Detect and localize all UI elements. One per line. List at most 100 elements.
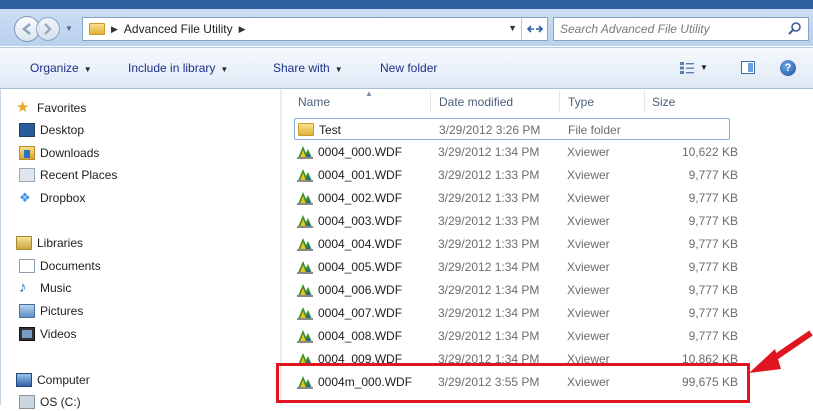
nav-favorites[interactable]: ★ Favorites [16,99,86,117]
folder-icon [89,23,105,35]
file-row[interactable]: 0004_007.WDF 3/29/2012 1:34 PM Xviewer 9,77… [294,302,738,324]
chevron-down-icon: ▼ [220,65,229,74]
pictures-icon [19,304,35,318]
file-type: Xviewer [567,191,610,205]
xviewer-file-icon [297,305,313,321]
file-row[interactable]: 0004_003.WDF 3/29/2012 1:33 PM Xviewer 9,77… [294,210,738,232]
file-type: Xviewer [567,214,610,228]
breadcrumb-separator-icon[interactable]: ▶ [239,24,246,35]
file-name: 0004_004.WDF [318,237,403,251]
file-name: Test [319,123,342,137]
file-name: 0004_007.WDF [318,306,403,320]
share-with-label: Share with [273,61,330,75]
file-type: Xviewer [567,306,610,320]
view-options-chevron-icon[interactable]: ▼ [700,63,708,72]
file-row[interactable]: 0004_004.WDF 3/29/2012 1:33 PM Xviewer 9,77… [294,233,738,255]
help-icon[interactable]: ? [780,60,796,76]
nav-downloads-label: Downloads [40,146,100,160]
column-header-name[interactable]: Name [298,91,330,113]
share-with-button[interactable]: Share with ▼ [273,61,343,75]
forward-arrow-icon [44,23,52,35]
column-divider[interactable] [430,91,431,113]
refresh-button[interactable] [521,18,547,40]
column-divider[interactable] [644,91,645,113]
nav-recent-places[interactable]: Recent Places [19,166,117,184]
nav-libraries[interactable]: Libraries [16,234,83,252]
search-box[interactable] [553,17,809,41]
file-row[interactable]: 0004_005.WDF 3/29/2012 1:34 PM Xviewer 9,77… [294,256,738,278]
nav-documents[interactable]: Documents [19,257,101,275]
nav-desktop[interactable]: Desktop [19,121,84,139]
nav-pictures[interactable]: Pictures [19,302,83,320]
nav-music-label: Music [40,281,72,295]
breadcrumb-separator-icon[interactable]: ▶ [111,24,118,35]
file-row[interactable]: 0004_000.WDF 3/29/2012 1:34 PM Xviewer 10,6… [294,141,738,163]
file-name: 0004_000.WDF [318,145,403,159]
organize-label: Organize [30,61,79,75]
file-name: 0004_003.WDF [318,214,403,228]
nav-videos-label: Videos [40,327,77,341]
forward-button[interactable] [36,17,60,41]
file-type: Xviewer [567,145,610,159]
search-input[interactable] [560,22,785,36]
file-date-modified: 3/29/2012 1:33 PM [438,168,540,182]
search-icon[interactable] [788,21,802,35]
change-view-icon[interactable] [680,62,694,74]
navigation-pane: ★ Favorites Desktop Downloads Recent Pla… [0,89,282,409]
file-name: 0004_006.WDF [318,283,403,297]
file-size: 9,777 KB [688,237,738,251]
file-date-modified: 3/29/2012 1:33 PM [438,237,540,251]
xviewer-file-icon [297,144,313,160]
title-bar: ▼ ▶ Advanced File Utility ▶ ▼ [0,0,813,46]
dropbox-icon: ❖ [19,190,31,205]
file-type: Xviewer [567,329,610,343]
file-date-modified: 3/29/2012 1:34 PM [438,260,540,274]
desktop-icon [19,123,35,137]
file-row[interactable]: 0004_006.WDF 3/29/2012 1:34 PM Xviewer 9,77… [294,279,738,301]
window-frame-stripe [0,0,813,9]
new-folder-button[interactable]: New folder [380,61,437,75]
file-date-modified: 3/29/2012 1:34 PM [438,283,540,297]
file-type: Xviewer [567,260,610,274]
breadcrumb-advanced-file-utility[interactable]: Advanced File Utility [124,22,233,36]
column-header-type[interactable]: Type [568,91,594,113]
xviewer-file-icon [297,328,313,344]
nav-music[interactable]: ♪ Music [19,279,71,297]
include-in-library-button[interactable]: Include in library ▼ [128,61,228,75]
file-row[interactable]: 0004_001.WDF 3/29/2012 1:33 PM Xviewer 9,77… [294,164,738,186]
drive-icon [19,395,35,409]
include-in-library-label: Include in library [128,61,216,75]
recent-pages-dropdown-icon[interactable]: ▼ [65,24,73,33]
sort-ascending-icon: ▲ [365,89,373,98]
nav-videos[interactable]: Videos [19,325,76,343]
nav-recent-places-label: Recent Places [40,168,118,182]
documents-icon [19,259,35,273]
file-size: 9,777 KB [688,329,738,343]
nav-dropbox[interactable]: ❖ Dropbox [19,189,85,207]
column-header-size[interactable]: Size [652,91,675,113]
column-header-date-modified[interactable]: Date modified [439,91,513,113]
nav-os-c[interactable]: OS (C:) [19,393,81,411]
address-bar[interactable]: ▶ Advanced File Utility ▶ ▼ [82,17,548,41]
file-row[interactable]: 0004_002.WDF 3/29/2012 1:33 PM Xviewer 9,77… [294,187,738,209]
file-row[interactable]: 0004_008.WDF 3/29/2012 1:34 PM Xviewer 9,77… [294,325,738,347]
nav-pictures-label: Pictures [40,304,84,318]
file-type: Xviewer [567,237,610,251]
folder-row[interactable]: Test 3/29/2012 3:26 PM File folder [294,118,730,140]
libraries-icon [16,236,32,250]
organize-button[interactable]: Organize ▼ [30,61,92,75]
recent-places-icon [19,168,35,182]
nav-downloads[interactable]: Downloads [19,144,99,162]
nav-favorites-label: Favorites [37,101,87,115]
file-type: Xviewer [567,283,610,297]
nav-computer[interactable]: Computer [16,371,90,389]
address-history-dropdown-icon[interactable]: ▼ [508,23,517,33]
chevron-down-icon: ▼ [334,65,343,74]
file-size: 9,777 KB [688,283,738,297]
file-date-modified: 3/29/2012 1:33 PM [438,191,540,205]
command-bar: Organize ▼ Include in library ▼ Share with… [0,47,813,89]
nav-computer-label: Computer [37,373,90,387]
file-date-modified: 3/29/2012 1:34 PM [438,329,540,343]
column-divider[interactable] [559,91,560,113]
preview-pane-icon[interactable] [741,61,755,74]
